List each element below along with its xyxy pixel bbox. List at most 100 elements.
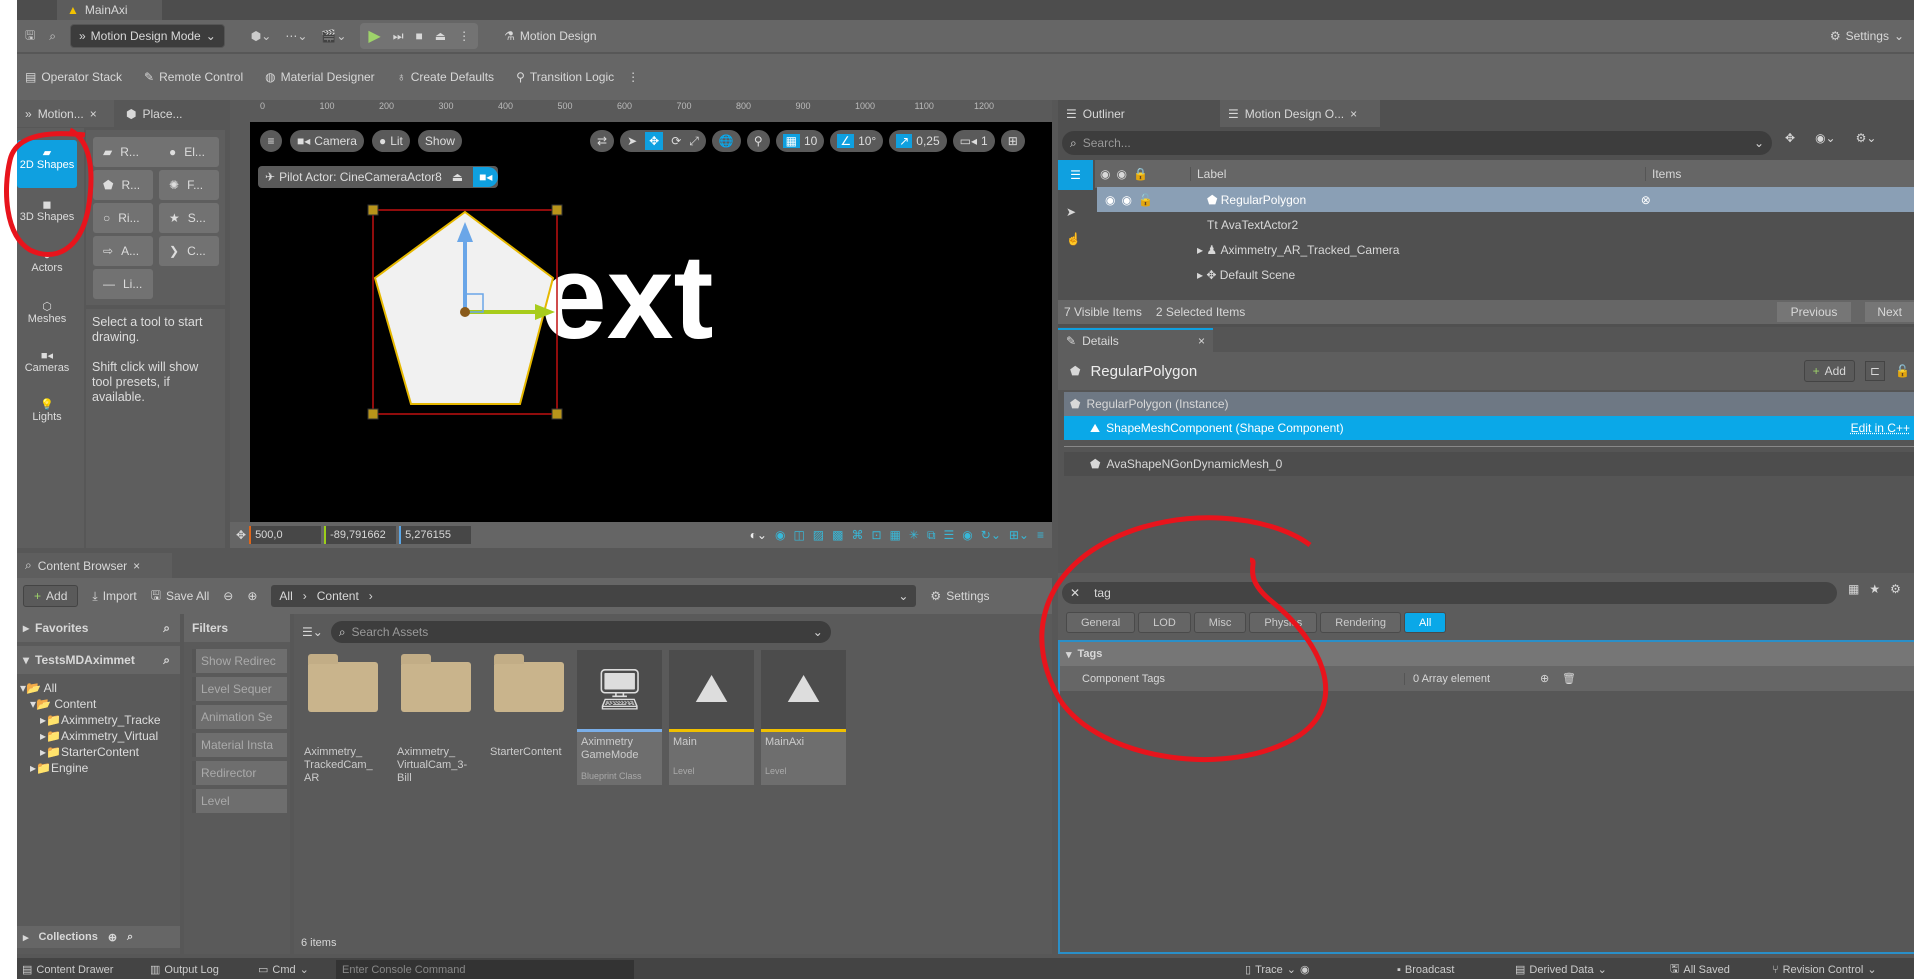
breadcrumb-content[interactable]: Content <box>317 589 359 603</box>
sparkle-icon[interactable]: ✳ <box>909 528 919 542</box>
revision-control-button[interactable]: ⑂ Revision Control ⌄ <box>1772 960 1877 979</box>
asset-search-input[interactable]: ⌕ Search Assets ⌄ <box>330 621 831 643</box>
all-saved-button[interactable]: 🖫 All Saved <box>1670 960 1730 979</box>
add-button[interactable]: + Add <box>23 585 79 607</box>
tool-ring[interactable]: ○ Ri... <box>93 203 153 233</box>
regular-polygon-actor[interactable] <box>365 202 565 422</box>
tool-regular-polygon[interactable]: ⬟ R... <box>93 170 153 200</box>
trace-button[interactable]: ▯ Trace ⌄ ◉ <box>1245 960 1310 979</box>
mode-lights[interactable]: 💡 Lights <box>17 398 77 423</box>
visibility-columns-icon[interactable]: ◉◉🔒 <box>1095 167 1190 181</box>
lock-icon[interactable]: 🔓 <box>1895 364 1910 378</box>
more-icon[interactable]: ⋮ <box>458 29 470 43</box>
location-z-field[interactable]: 5,276155 <box>399 526 472 544</box>
table-icon[interactable]: ▦ <box>1848 582 1859 596</box>
project-header[interactable]: ▾ TestsMDAximmet ⌕ <box>17 646 180 674</box>
chevron-down-icon[interactable]: ⌄ <box>898 589 908 603</box>
remote-control-button[interactable]: ✎ Remote Control <box>144 70 243 84</box>
motion-design-button[interactable]: ⚗ Motion Design <box>504 29 596 43</box>
component-row-selected[interactable]: ⛰ ShapeMeshComponent (Shape Component) Edi… <box>1064 416 1914 440</box>
close-icon[interactable]: × <box>1350 107 1357 121</box>
asset-folder[interactable]: Aximmetry_ VirtualCam_3- Bill <box>393 650 478 785</box>
scale-snap[interactable]: ↗ 0,25 <box>889 130 947 152</box>
layout-icon[interactable]: ◫ <box>793 528 804 542</box>
menu-icon[interactable]: ≡ <box>260 130 282 152</box>
select-icon[interactable]: ➤ <box>627 134 637 148</box>
record-icon[interactable]: ◉ <box>1300 963 1310 976</box>
asset-folder[interactable]: StarterContent <box>486 650 571 785</box>
world-icon[interactable]: 🌐 <box>711 130 741 152</box>
hand-icon[interactable]: ☝ <box>1066 232 1081 246</box>
mode-dropdown[interactable]: » Motion Design Mode ⌄ <box>69 24 225 48</box>
close-icon[interactable]: × <box>1198 334 1205 348</box>
color-wheel-icon[interactable]: ◉ <box>775 528 785 542</box>
add-actor-icon[interactable]: ⬢⌄ <box>251 29 272 43</box>
add-component-button[interactable]: + Add <box>1803 360 1855 382</box>
tab-content-browser[interactable]: ⌕ Content Browser × <box>17 553 172 578</box>
add-icon[interactable]: ⊕ <box>108 931 117 944</box>
tree-item-content[interactable]: ▾📂 Content <box>30 697 96 711</box>
level-tab[interactable]: ▲ MainAxi <box>57 0 162 20</box>
safe-frame-icon[interactable]: ⊡ <box>871 528 881 542</box>
lit-button[interactable]: ● Lit <box>371 130 410 152</box>
next-button[interactable]: Next <box>1865 302 1914 322</box>
tree-item[interactable]: ▸📁StarterContent <box>40 745 139 759</box>
filter-icon[interactable]: ☰ <box>944 528 955 542</box>
eject-icon[interactable]: ⏏ <box>446 170 469 184</box>
operator-stack-button[interactable]: ▤ Operator Stack <box>25 70 122 84</box>
asset-card[interactable]: ⛰ Main Level <box>669 650 754 785</box>
breadcrumb-all[interactable]: All <box>279 589 292 603</box>
tool-ellipse[interactable]: ● El... <box>159 137 219 167</box>
tab-motion[interactable]: » Motion... × <box>17 100 114 127</box>
content-drawer-button[interactable]: ▤ Content Drawer <box>22 960 113 979</box>
grid-snap[interactable]: ▦ 10 <box>775 130 825 152</box>
content-settings-button[interactable]: ⚙ Settings <box>930 589 989 603</box>
filter-item[interactable]: Show Redirec <box>192 649 287 673</box>
show-button[interactable]: Show <box>417 130 462 152</box>
trash-icon[interactable]: 🗑 <box>1562 672 1576 685</box>
transition-logic-button[interactable]: ⚲ Transition Logic ⋮ <box>516 70 639 84</box>
tab-outliner[interactable]: ☰ Outliner <box>1058 100 1133 127</box>
asset-card[interactable]: 🖥 Aximmetry GameMode Blueprint Class <box>577 650 662 785</box>
filter-general[interactable]: General <box>1066 612 1136 633</box>
surface-snap-icon[interactable]: ⚲ <box>746 130 770 152</box>
import-button[interactable]: ⤓ Import <box>92 589 136 604</box>
layout-icon[interactable]: ⊞ <box>1000 130 1025 152</box>
derived-data-button[interactable]: ▤ Derived Data ⌄ <box>1515 960 1607 979</box>
tags-section[interactable]: ▾ Tags <box>1060 642 1914 666</box>
tab-details[interactable]: ✎ Details × <box>1058 328 1213 352</box>
options-icon[interactable]: ≡ <box>1037 528 1044 542</box>
play-icon[interactable]: ▶ <box>368 26 380 46</box>
tree-item-all[interactable]: ▾📂 All <box>20 681 57 695</box>
outliner-search[interactable]: ⌕ Search... ⌄ <box>1062 131 1772 155</box>
more-icon[interactable]: ⋮ <box>627 70 639 84</box>
material-designer-button[interactable]: ◍ Material Designer <box>265 70 375 84</box>
blueprint-icon[interactable]: ⋯⌄ <box>285 29 307 43</box>
gamepad-icon[interactable]: ⌘ <box>851 528 863 542</box>
camera-button[interactable]: ■◂ Camera <box>290 130 364 152</box>
filter-icon[interactable]: ☰⌄ <box>302 625 323 639</box>
column-label[interactable]: Label <box>1190 167 1645 181</box>
grid-settings-icon[interactable]: ⊞⌄ <box>1009 528 1029 542</box>
move-icon[interactable]: ✥ <box>1785 131 1795 145</box>
transform-toggle-icon[interactable]: ⇄ <box>590 130 615 152</box>
tree-item[interactable]: ▸📁Aximmetry_Tracke <box>40 713 161 727</box>
outliner-row[interactable]: ▸ ✥ Default Scene <box>1097 262 1914 287</box>
viewport[interactable]: ≡ ■◂ Camera ● Lit Show ⇄ ➤ ✥ ⟳ ⤢ 🌐 ⚲ ▦ 10 ∠ 10°… <box>250 122 1052 522</box>
save-icon[interactable]: 🖫 <box>25 26 35 47</box>
previous-button[interactable]: Previous <box>1776 302 1852 322</box>
add-element-icon[interactable]: ⊕ <box>1540 672 1562 685</box>
column-items[interactable]: Items <box>1645 167 1681 181</box>
filter-item[interactable]: Level <box>192 789 287 813</box>
outliner-row[interactable]: Tt AvaTextActor2 <box>1097 212 1914 237</box>
mode-actors[interactable]: ● Actors <box>17 250 77 274</box>
outliner-row[interactable]: ◉◉🔓 ⬟ RegularPolygon ⊗ <box>1097 187 1914 212</box>
star-icon[interactable]: ★ <box>1869 582 1880 596</box>
tree-item-engine[interactable]: ▸📁Engine <box>30 761 88 775</box>
tool-star[interactable]: ★ S... <box>159 203 219 233</box>
broadcast-button[interactable]: ▪ Broadcast <box>1397 960 1454 979</box>
tab-place[interactable]: ⬢ Place... <box>118 100 191 127</box>
mode-cameras[interactable]: ■◂ Cameras <box>17 349 77 374</box>
filter-rendering[interactable]: Rendering <box>1320 612 1402 633</box>
scale-icon[interactable]: ⤢ <box>689 134 699 149</box>
